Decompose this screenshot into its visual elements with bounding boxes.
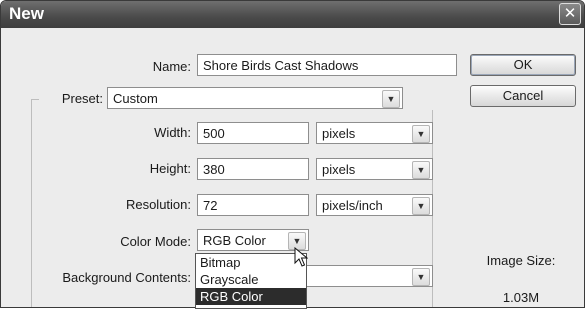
name-input[interactable]: Shore Birds Cast Shadows (197, 54, 457, 76)
resolution-unit-value: pixels/inch (322, 198, 383, 213)
preset-label: Preset: (61, 91, 103, 106)
width-label: Width: (154, 125, 191, 140)
image-size-label: Image Size: (486, 253, 556, 268)
chevron-down-icon[interactable]: ▼ (412, 268, 430, 286)
close-icon[interactable]: ✕ (559, 3, 581, 25)
color-mode-value: RGB Color (203, 233, 266, 248)
image-size-value: 1.03M (502, 290, 540, 305)
color-mode-option-bitmap[interactable]: Bitmap (196, 254, 306, 271)
color-mode-dropdown-menu: Bitmap Grayscale RGB Color (195, 253, 307, 309)
mouse-pointer-icon (294, 247, 308, 267)
chevron-down-icon[interactable]: ▼ (412, 161, 430, 179)
color-mode-select[interactable]: RGB Color ▼ (197, 229, 309, 251)
height-unit-value: pixels (322, 162, 356, 177)
width-input[interactable]: 500 (197, 122, 309, 144)
height-unit-select[interactable]: pixels ▼ (316, 158, 433, 180)
width-unit-value: pixels (322, 126, 356, 141)
color-mode-option-grayscale[interactable]: Grayscale (196, 271, 306, 288)
chevron-down-icon[interactable]: ▼ (382, 90, 400, 108)
title-bar[interactable]: New ✕ (1, 1, 584, 28)
height-input[interactable]: 380 (197, 158, 309, 180)
ok-button[interactable]: OK (470, 54, 576, 76)
chevron-down-icon[interactable]: ▼ (412, 125, 430, 143)
color-mode-label: Color Mode: (120, 234, 191, 249)
preset-value: Custom (113, 91, 158, 106)
resolution-label: Resolution: (125, 197, 191, 212)
preset-select[interactable]: Custom ▼ (107, 87, 403, 109)
cancel-button[interactable]: Cancel (470, 85, 576, 107)
resolution-input[interactable]: 72 (197, 194, 309, 216)
resolution-unit-select[interactable]: pixels/inch ▼ (316, 194, 433, 216)
chevron-down-icon[interactable]: ▼ (412, 197, 430, 215)
background-contents-label: Background Contents: (62, 270, 191, 285)
color-mode-option-rgb[interactable]: RGB Color (196, 288, 306, 305)
width-unit-select[interactable]: pixels ▼ (316, 122, 433, 144)
name-label: Name: (152, 59, 191, 74)
height-label: Height: (149, 161, 191, 176)
dialog-title: New (9, 4, 44, 23)
